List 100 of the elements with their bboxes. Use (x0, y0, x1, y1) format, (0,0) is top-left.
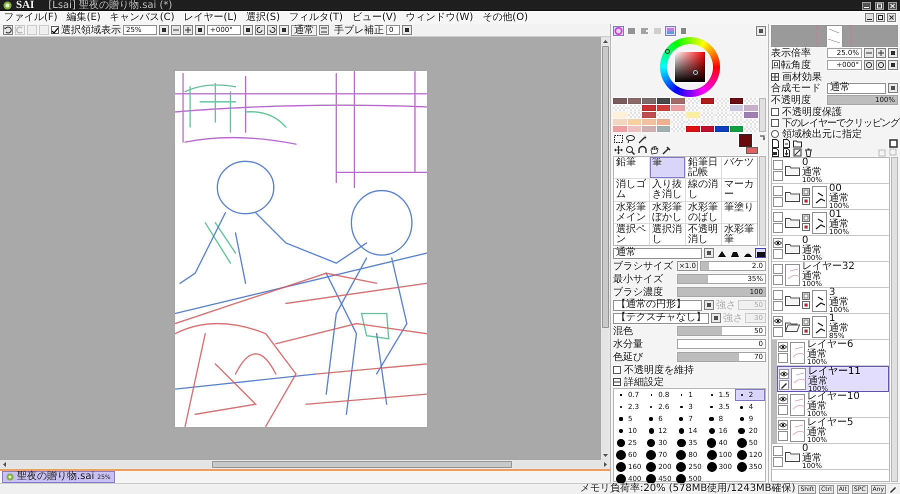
rotate-icon[interactable] (637, 144, 648, 154)
color-swatch[interactable] (613, 98, 627, 104)
zoom-in-icon[interactable] (876, 48, 886, 58)
color-swatch[interactable] (613, 112, 627, 118)
swap-colors-icon[interactable] (759, 134, 766, 141)
dropdown-icon[interactable] (159, 25, 169, 35)
color-swatch[interactable] (613, 119, 627, 125)
color-swatch[interactable] (656, 126, 670, 132)
color-swatch[interactable] (628, 98, 642, 104)
visibility-toggle[interactable] (773, 290, 783, 300)
color-gradient-tab[interactable] (665, 26, 676, 36)
color-swatch[interactable] (744, 105, 758, 111)
color-swatch[interactable] (671, 98, 685, 104)
background-color[interactable] (746, 147, 758, 154)
brush-scrollbar[interactable] (759, 156, 766, 246)
brush-tool[interactable]: 鉛筆日記帳 (686, 157, 721, 178)
color-swatch[interactable] (642, 98, 656, 104)
mask-link-icon[interactable] (802, 197, 810, 205)
rectangle-select-icon[interactable] (613, 134, 624, 144)
foreground-color[interactable] (739, 134, 752, 147)
color-swatch[interactable] (700, 126, 714, 132)
visibility-toggle[interactable] (778, 342, 788, 352)
rotate-left-icon[interactable] (864, 60, 874, 70)
close-icon[interactable] (888, 2, 897, 10)
mask-link-icon[interactable] (802, 327, 810, 335)
rotate-right-icon[interactable] (267, 25, 277, 35)
reset-icon[interactable] (279, 25, 289, 35)
lasso-icon[interactable] (625, 134, 636, 144)
brush-tool[interactable]: 不透明消し (686, 224, 721, 245)
brush-tool[interactable]: 筆塗り (722, 202, 757, 223)
value-slider-tab[interactable] (652, 26, 663, 36)
dropdown-icon[interactable] (704, 248, 714, 258)
brush-tool[interactable]: 鉛筆 (614, 157, 649, 178)
brush-tool[interactable]: 選択ペン (614, 224, 649, 245)
menu-item[interactable]: レイヤー(L) (183, 12, 237, 24)
new-linked-layer-icon[interactable] (782, 139, 791, 148)
clear-layer-icon[interactable] (793, 148, 802, 157)
color-swatch[interactable] (730, 98, 744, 104)
color-swatch[interactable] (715, 126, 729, 132)
keep-opacity-checkbox[interactable] (613, 366, 621, 374)
new-folder-icon[interactable] (793, 139, 802, 148)
new-layer-icon[interactable] (771, 139, 780, 148)
reset-icon[interactable] (195, 25, 205, 35)
color-swatch[interactable] (613, 126, 627, 132)
menu-item[interactable]: ビュー(V) (352, 12, 397, 24)
swatch-scrollbar[interactable] (759, 98, 766, 132)
color-swatch[interactable] (744, 112, 758, 118)
undo-icon[interactable] (3, 25, 13, 35)
square-icon[interactable] (889, 139, 898, 148)
brush-tool[interactable]: バケツ (722, 157, 757, 178)
palette-tab[interactable] (678, 26, 689, 36)
menu-item[interactable]: その他(O) (482, 12, 528, 24)
menu-item[interactable]: フィルタ(T) (289, 12, 343, 24)
expand-toggle-icon[interactable] (771, 72, 779, 80)
zoom-in-icon[interactable] (183, 25, 193, 35)
color-swatch[interactable] (642, 112, 656, 118)
menu-item[interactable]: 選択(S) (246, 12, 280, 24)
trash-icon[interactable] (804, 148, 813, 157)
restore-icon[interactable] (876, 13, 885, 22)
visibility-toggle[interactable] (778, 420, 788, 430)
rotate-left-icon[interactable] (255, 25, 265, 35)
mask-link-icon[interactable] (802, 223, 810, 231)
brush-tool[interactable]: マーカー (722, 179, 757, 200)
menu-item[interactable]: ウィンドウ(W) (406, 12, 474, 24)
visibility-toggle[interactable] (778, 394, 788, 404)
magic-wand-icon[interactable] (637, 134, 648, 144)
mask-link-icon[interactable] (802, 301, 810, 309)
menu-item[interactable]: ファイル(F) (4, 12, 58, 24)
dropdown-icon[interactable] (243, 25, 253, 35)
brush-tool[interactable]: 選択消し (650, 224, 685, 245)
color-swatch[interactable] (700, 98, 714, 104)
move-icon[interactable] (613, 144, 624, 154)
brush-tool[interactable]: 入り抜き消し (650, 179, 685, 200)
visibility-toggle[interactable] (773, 160, 783, 170)
scrollbar-thumb[interactable] (602, 46, 609, 328)
flip-icon[interactable] (319, 25, 329, 35)
menu-item[interactable]: キャンバス(C) (110, 12, 174, 24)
color-swatch[interactable] (686, 126, 700, 132)
color-swatch[interactable] (628, 119, 642, 125)
brush-shape-option[interactable] (755, 248, 766, 258)
mask-icon[interactable] (802, 214, 810, 222)
panel-menu-icon[interactable] (756, 26, 766, 36)
brush-tool[interactable]: 水彩筆筆 (722, 224, 757, 245)
color-swatch[interactable] (730, 126, 744, 132)
color-swatch[interactable] (656, 119, 670, 125)
maximize-icon[interactable] (875, 2, 884, 10)
minimize-icon[interactable] (865, 13, 874, 22)
color-swatch[interactable] (656, 98, 670, 104)
checkbox[interactable] (771, 108, 779, 116)
blend-mode-dropdown[interactable]: 通常 (613, 248, 702, 258)
visibility-toggle[interactable] (779, 368, 789, 378)
visibility-toggle[interactable] (773, 446, 783, 456)
color-swatch[interactable] (730, 105, 744, 111)
dropdown-icon[interactable] (888, 83, 898, 93)
color-wheel-tab[interactable] (613, 26, 624, 36)
rgb-slider-tab[interactable] (626, 26, 637, 36)
color-swatch[interactable] (671, 105, 685, 111)
color-wheel[interactable] (660, 37, 720, 97)
color-swatch[interactable] (656, 105, 670, 111)
checkbox[interactable] (771, 118, 779, 126)
